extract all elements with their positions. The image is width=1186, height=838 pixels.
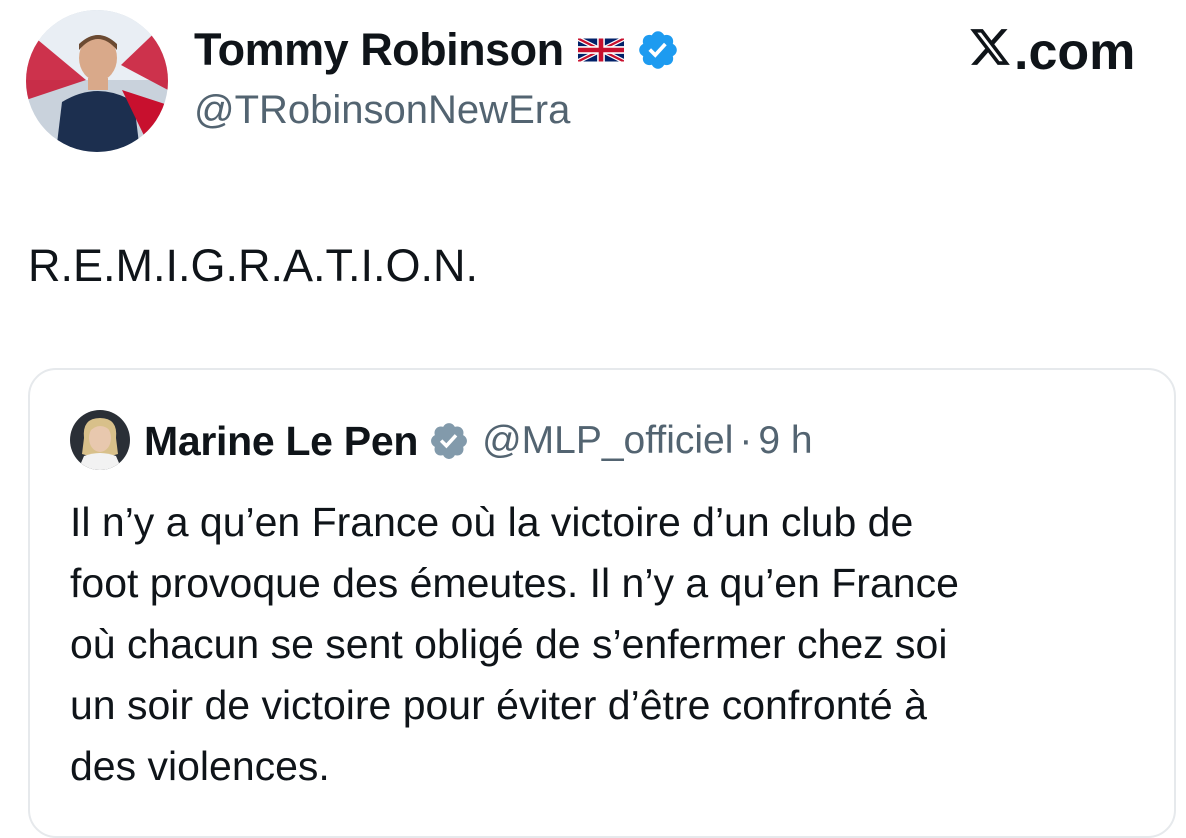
- verified-badge-icon: [431, 423, 468, 459]
- quoted-text-line: où chacun se sent obligé de s’enfermer c…: [70, 621, 948, 667]
- quoted-post-timestamp[interactable]: 9 h: [758, 416, 812, 466]
- platform-label-text: .com: [1014, 23, 1136, 81]
- quoted-author-name[interactable]: Marine Le Pen: [144, 416, 418, 466]
- uk-flag-icon: [577, 38, 624, 62]
- author-handle[interactable]: @TRobinsonNewEra: [194, 86, 570, 134]
- quoted-post-header: Marine Le Pen @MLP_officiel · 9 h: [144, 416, 813, 466]
- author-name[interactable]: Tommy Robinson: [194, 24, 564, 76]
- avatar-photo: [26, 10, 168, 152]
- platform-label: .com: [968, 22, 1135, 82]
- quoted-text-line: Il n’y a qu’en France où la victoire d’u…: [70, 499, 914, 545]
- quoted-text-line: des violences.: [70, 743, 330, 789]
- quoted-post-text: Il n’y a qu’en France où la victoire d’u…: [70, 492, 1150, 797]
- avatar-photo: [70, 410, 130, 470]
- verified-badge-icon: [638, 31, 677, 69]
- author-name-row[interactable]: Tommy Robinson: [194, 24, 680, 76]
- quoted-author-avatar[interactable]: [70, 410, 130, 470]
- quoted-text-line: un soir de victoire pour éviter d’être c…: [70, 682, 927, 728]
- post-text: R.E.M.I.G.R.A.T.I.O.N.: [28, 240, 479, 291]
- author-avatar[interactable]: [26, 10, 168, 152]
- meta-separator: ·: [739, 419, 753, 462]
- quoted-post-card[interactable]: Marine Le Pen @MLP_officiel · 9 h Il n’y…: [28, 368, 1176, 838]
- quoted-text-line: foot provoque des émeutes. Il n’y a qu’e…: [70, 560, 959, 606]
- quoted-author-handle[interactable]: @MLP_officiel: [482, 416, 733, 466]
- x-logo-icon: [970, 29, 1010, 65]
